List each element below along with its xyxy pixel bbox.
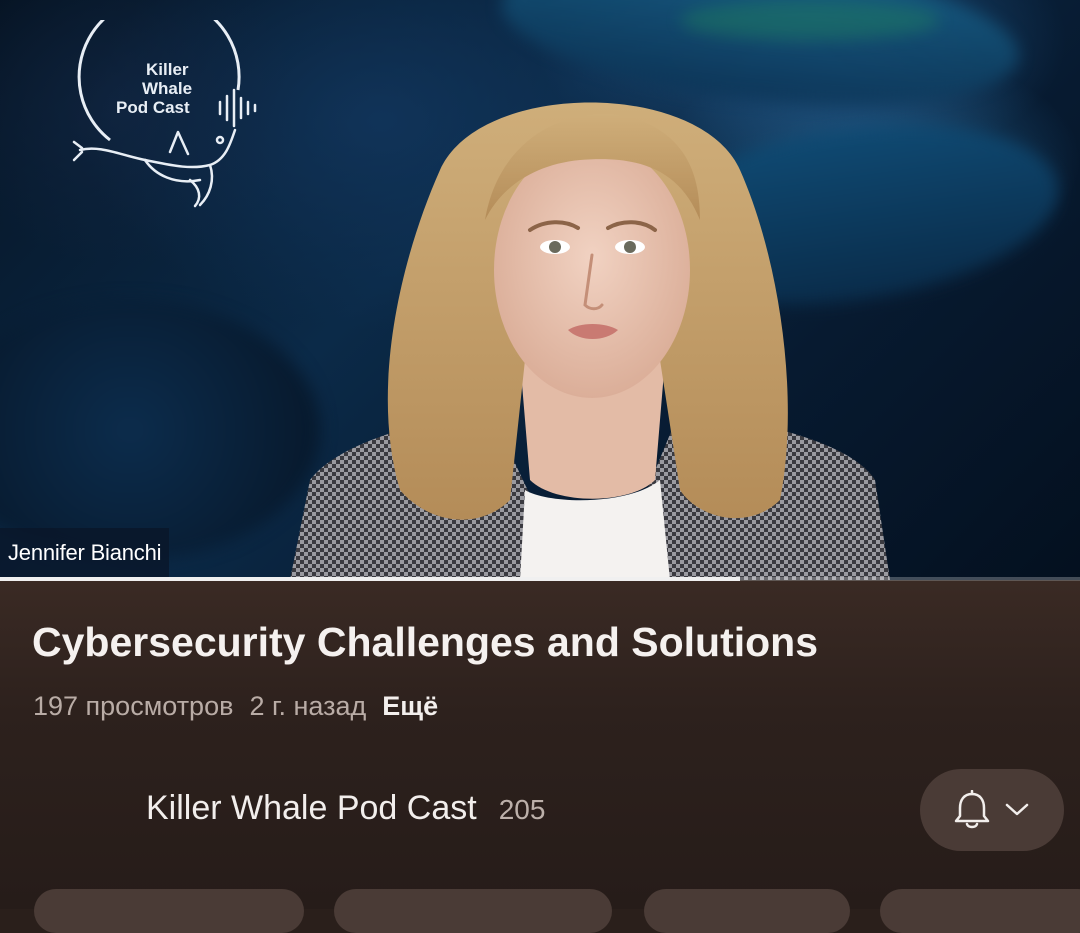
notifications-button[interactable] xyxy=(920,769,1064,851)
chevron-down-icon xyxy=(1005,803,1029,816)
logo-text-line2: Whale xyxy=(142,79,192,98)
video-player[interactable]: Killer Whale Pod Cast Jennifer Bianchi xyxy=(0,0,1080,580)
action-chip[interactable] xyxy=(334,889,612,933)
upload-age: 2 г. назад xyxy=(249,691,367,721)
video-title[interactable]: Cybersecurity Challenges and Solutions xyxy=(32,619,818,666)
background-shape xyxy=(0,300,320,560)
speaker-name-tag: Jennifer Bianchi xyxy=(0,528,170,578)
logo-text-line1: Killer xyxy=(146,60,189,79)
background-shape xyxy=(680,0,940,40)
sound-wave-icon xyxy=(218,88,257,128)
channel-row[interactable]: Killer Whale Pod Cast 205 xyxy=(146,789,545,828)
podcast-logo: Killer Whale Pod Cast xyxy=(72,20,257,208)
action-chip[interactable] xyxy=(880,889,1080,933)
action-chips-row xyxy=(0,889,1080,933)
logo-text-line3: Pod Cast xyxy=(116,98,190,117)
view-count: 197 просмотров xyxy=(33,691,234,721)
bell-icon xyxy=(954,790,990,829)
orca-icon xyxy=(72,128,237,208)
action-chip[interactable] xyxy=(34,889,304,933)
action-chip[interactable] xyxy=(644,889,850,933)
video-metadata[interactable]: 197 просмотров 2 г. назад Ещё xyxy=(33,691,438,722)
video-info-panel: Cybersecurity Challenges and Solutions 1… xyxy=(0,581,1080,933)
speaker-image xyxy=(290,102,890,580)
channel-name[interactable]: Killer Whale Pod Cast xyxy=(146,789,477,828)
subscriber-count: 205 xyxy=(498,794,546,825)
more-button[interactable]: Ещё xyxy=(382,691,438,722)
